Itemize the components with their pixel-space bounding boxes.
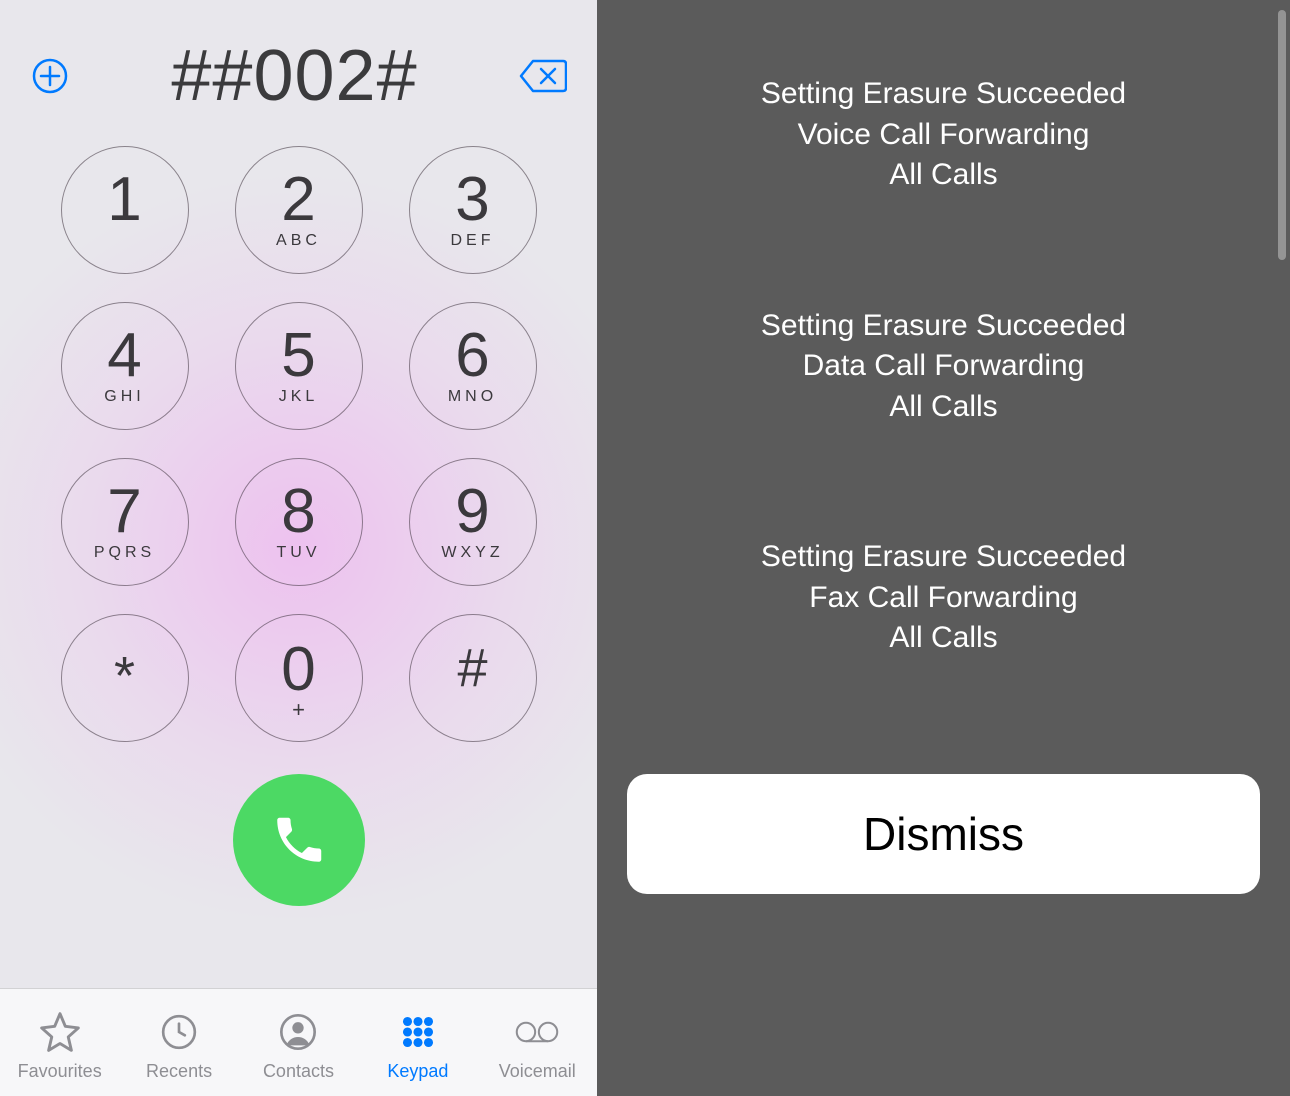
tab-label: Keypad bbox=[387, 1061, 448, 1082]
key-digit: 0 bbox=[281, 639, 315, 701]
key-letters: WXYZ bbox=[441, 545, 503, 563]
add-contact-button[interactable] bbox=[28, 54, 72, 98]
result-line: Setting Erasure Succeeded bbox=[761, 74, 1126, 115]
call-button[interactable] bbox=[233, 774, 365, 906]
key-letters: TUV bbox=[277, 545, 321, 563]
key-digit: 1 bbox=[107, 169, 141, 231]
clock-icon bbox=[159, 1012, 199, 1052]
backspace-icon bbox=[519, 58, 567, 94]
keypad: 1 2 ABC 3 DEF 4 GHI 5 JKL 6 MNO bbox=[0, 120, 597, 906]
key-star[interactable]: * bbox=[61, 614, 189, 742]
result-line: Setting Erasure Succeeded bbox=[761, 306, 1126, 347]
key-4[interactable]: 4 GHI bbox=[61, 302, 189, 430]
key-5[interactable]: 5 JKL bbox=[235, 302, 363, 430]
result-line: All Calls bbox=[761, 387, 1126, 428]
voicemail-icon bbox=[514, 1017, 560, 1047]
result-message: Setting Erasure Succeeded Fax Call Forwa… bbox=[761, 537, 1126, 659]
key-digit: 8 bbox=[281, 481, 315, 543]
key-digit: 5 bbox=[281, 325, 315, 387]
result-line: All Calls bbox=[761, 618, 1126, 659]
tab-voicemail[interactable]: Voicemail bbox=[482, 1009, 592, 1082]
tab-recents[interactable]: Recents bbox=[124, 1009, 234, 1082]
star-icon bbox=[38, 1010, 82, 1054]
tab-favourites[interactable]: Favourites bbox=[5, 1009, 115, 1082]
key-letters: GHI bbox=[104, 389, 144, 407]
delete-button[interactable] bbox=[517, 54, 569, 98]
key-1[interactable]: 1 bbox=[61, 146, 189, 274]
key-7[interactable]: 7 PQRS bbox=[61, 458, 189, 586]
key-digit: 9 bbox=[455, 481, 489, 543]
key-digit: 7 bbox=[107, 481, 141, 543]
key-letters: ABC bbox=[276, 233, 321, 251]
tab-label: Voicemail bbox=[499, 1061, 576, 1082]
tab-label: Recents bbox=[146, 1061, 212, 1082]
result-line: Voice Call Forwarding bbox=[761, 115, 1126, 156]
tab-contacts[interactable]: Contacts bbox=[243, 1009, 353, 1082]
key-digit: 2 bbox=[281, 169, 315, 231]
key-letters: PQRS bbox=[94, 545, 155, 563]
tab-keypad[interactable]: Keypad bbox=[363, 1009, 473, 1082]
phone-dialer-screen: ##002# 1 2 ABC 3 DEF bbox=[0, 0, 597, 1096]
result-line: Fax Call Forwarding bbox=[761, 578, 1126, 619]
key-0[interactable]: 0 + bbox=[235, 614, 363, 742]
result-message: Setting Erasure Succeeded Data Call Forw… bbox=[761, 306, 1126, 428]
contact-silhouette-icon bbox=[278, 1012, 318, 1052]
tab-bar: Favourites Recents Contacts bbox=[0, 988, 597, 1096]
ussd-result-screen: Setting Erasure Succeeded Voice Call For… bbox=[597, 0, 1290, 1096]
result-messages: Setting Erasure Succeeded Voice Call For… bbox=[597, 0, 1290, 659]
key-sub: + bbox=[292, 699, 305, 717]
result-line: Data Call Forwarding bbox=[761, 346, 1126, 387]
key-hash[interactable]: # bbox=[409, 614, 537, 742]
result-line: All Calls bbox=[761, 155, 1126, 196]
key-digit: 3 bbox=[455, 169, 489, 231]
key-digit: 4 bbox=[107, 325, 141, 387]
key-3[interactable]: 3 DEF bbox=[409, 146, 537, 274]
dismiss-label: Dismiss bbox=[863, 807, 1024, 861]
plus-circle-icon bbox=[30, 56, 70, 96]
scrollbar-thumb-icon bbox=[1278, 10, 1286, 260]
result-line: Setting Erasure Succeeded bbox=[761, 537, 1126, 578]
dialer-header: ##002# bbox=[0, 0, 597, 120]
key-8[interactable]: 8 TUV bbox=[235, 458, 363, 586]
phone-icon bbox=[270, 811, 328, 869]
tab-label: Contacts bbox=[263, 1061, 334, 1082]
key-6[interactable]: 6 MNO bbox=[409, 302, 537, 430]
key-digit: 6 bbox=[455, 325, 489, 387]
dismiss-button[interactable]: Dismiss bbox=[627, 774, 1260, 894]
key-2[interactable]: 2 ABC bbox=[235, 146, 363, 274]
dialed-number-display: ##002# bbox=[72, 35, 517, 117]
key-9[interactable]: 9 WXYZ bbox=[409, 458, 537, 586]
key-letters: MNO bbox=[448, 389, 497, 407]
key-digit: # bbox=[457, 641, 487, 695]
scrollbar[interactable] bbox=[1278, 10, 1286, 260]
tab-label: Favourites bbox=[18, 1061, 102, 1082]
result-message: Setting Erasure Succeeded Voice Call For… bbox=[761, 74, 1126, 196]
key-digit: * bbox=[114, 649, 135, 703]
keypad-dots-icon bbox=[397, 1011, 439, 1053]
key-letters: JKL bbox=[279, 389, 319, 407]
key-letters: DEF bbox=[451, 233, 495, 251]
